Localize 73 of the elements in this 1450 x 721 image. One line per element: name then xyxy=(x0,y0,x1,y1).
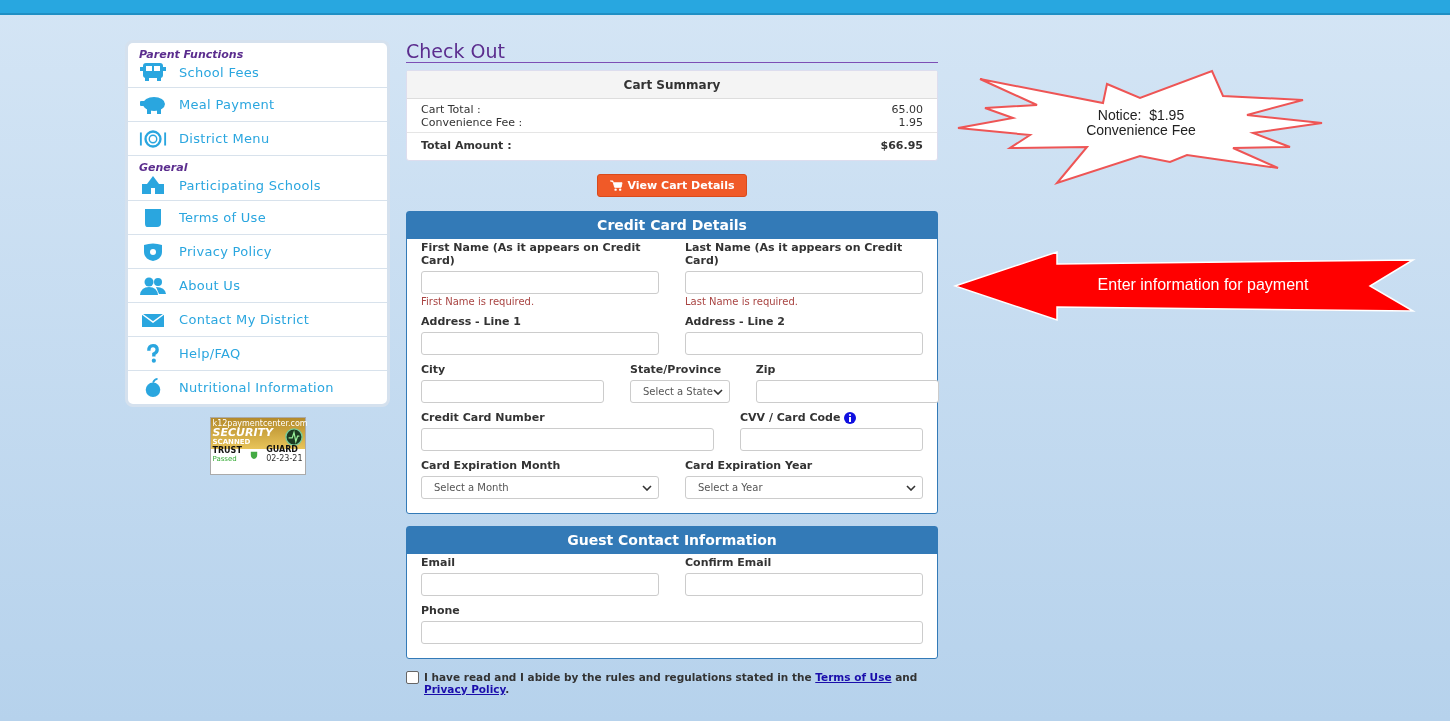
text-field[interactable] xyxy=(421,621,923,644)
piggy-bank-icon xyxy=(139,94,167,115)
card-header: Guest Contact Information xyxy=(407,527,937,554)
privacy-link[interactable]: Privacy Policy xyxy=(424,683,506,695)
terms-link[interactable]: Terms of Use xyxy=(815,671,892,683)
page-title: Check Out xyxy=(406,40,938,63)
arrow-label: Enter information for payment xyxy=(1096,276,1310,294)
summary-label: Convenience Fee : xyxy=(421,116,523,129)
sidebar-item[interactable]: District Menu xyxy=(128,121,387,155)
sidebar-item[interactable]: About Us xyxy=(128,268,387,302)
text-field[interactable] xyxy=(685,332,923,355)
dropdown-field[interactable]: Select a State xyxy=(630,380,730,403)
text-field[interactable] xyxy=(421,573,659,596)
field-label: Confirm Email xyxy=(685,556,772,571)
school-building-icon xyxy=(139,175,167,195)
field-label: Credit Card Number xyxy=(421,411,545,426)
agreement-checkbox[interactable] xyxy=(406,671,419,684)
sidebar-item[interactable]: Nutritional Information xyxy=(128,370,387,404)
chevron-icon xyxy=(642,484,652,491)
shield-icon xyxy=(250,450,258,459)
pulse-icon xyxy=(284,428,303,446)
bus-icon xyxy=(139,62,167,82)
text-field[interactable] xyxy=(685,573,923,596)
field-label: Phone xyxy=(421,604,460,619)
section-heading: Parent Functions xyxy=(138,47,245,61)
text-field[interactable] xyxy=(755,380,939,403)
card-header: Credit Card Details xyxy=(407,212,937,239)
sidebar-item[interactable]: Help/FAQ xyxy=(128,336,387,370)
sidebar-item[interactable]: Contact My District xyxy=(128,302,387,336)
text-field[interactable] xyxy=(740,428,923,451)
field-label: CVV / Card Code xyxy=(740,411,841,426)
section-heading: General xyxy=(128,155,387,174)
summary-label: Cart Total : xyxy=(421,103,481,116)
text-field[interactable] xyxy=(421,332,659,355)
card-header: Cart Summary xyxy=(407,71,937,99)
sidebar-item[interactable]: School Fees xyxy=(128,61,387,87)
dropdown-field[interactable]: Select a Year xyxy=(685,476,923,499)
field-label: Zip xyxy=(755,363,776,378)
sidebar-item[interactable]: Meal Payment xyxy=(128,87,387,121)
field-label: Address - Line 1 xyxy=(421,315,522,330)
notice-text: Notice: $1.95 Convenience Fee xyxy=(1085,108,1197,138)
text-field[interactable] xyxy=(685,271,923,294)
field-label: State/Province xyxy=(630,363,722,378)
sidebar-item[interactable]: Terms of Use xyxy=(128,200,387,234)
text-field[interactable] xyxy=(421,271,659,294)
people-icon xyxy=(139,275,167,296)
sidebar-item[interactable]: Participating Schools xyxy=(128,174,387,200)
field-label: Card Expiration Month xyxy=(421,459,561,474)
seal-title: SECURITY xyxy=(212,428,273,438)
seal-date: 02-23-21 xyxy=(266,454,303,463)
field-label: City xyxy=(421,363,446,378)
text-field[interactable] xyxy=(421,428,714,451)
summary-value: 65.00 xyxy=(891,103,923,116)
total-value: $66.95 xyxy=(880,139,923,152)
dropdown-field[interactable]: Select a Month xyxy=(421,476,659,499)
sidebar-item[interactable]: Privacy Policy xyxy=(128,234,387,268)
chevron-icon xyxy=(906,484,916,491)
agreement-text: I have read and I abide by the rules and regulations stated in the Terms of Use and Privacy Policy. xyxy=(424,671,919,695)
text-field[interactable] xyxy=(421,380,604,403)
field-label: Card Expiration Year xyxy=(685,459,813,474)
view-cart-button[interactable]: View Cart Details xyxy=(596,174,748,197)
field-label: First Name (As it appears on Credit Card) xyxy=(421,241,642,269)
chevron-icon xyxy=(712,388,723,395)
total-label: Total Amount : xyxy=(421,139,512,152)
info-icon[interactable] xyxy=(844,411,857,424)
plate-icon xyxy=(139,128,167,149)
error-message: First Name is required. xyxy=(421,296,536,307)
field-label: Email xyxy=(421,556,455,571)
cart-icon xyxy=(609,180,623,191)
field-label: Last Name (As it appears on Credit Card) xyxy=(685,241,904,269)
error-message: Last Name is required. xyxy=(685,296,799,307)
field-label: Address - Line 2 xyxy=(685,315,786,330)
summary-value: 1.95 xyxy=(898,116,923,129)
